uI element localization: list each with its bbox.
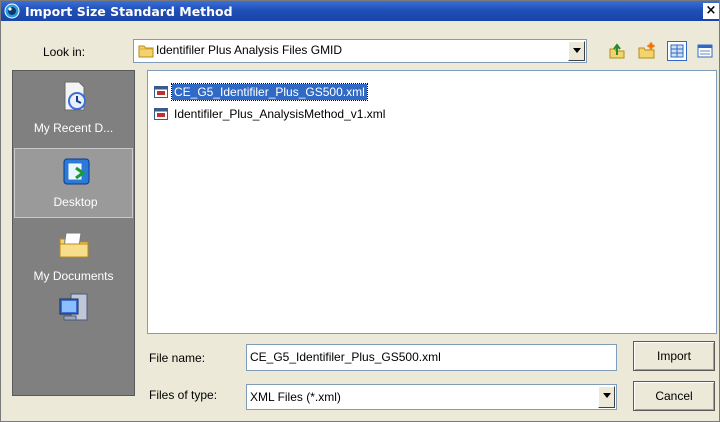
place-my-documents[interactable]: My Documents [13,221,134,291]
window-title: Import Size Standard Method [25,4,233,19]
file-list[interactable]: CE_G5_Identifiler_Plus_GS500.xml Identif… [147,70,717,334]
folder-icon [138,45,154,58]
app-icon [4,3,20,19]
look-in-dropdown[interactable]: Identifiler Plus Analysis Files GMID [133,39,587,63]
file-type-label: Files of type: [149,388,218,402]
place-label: Desktop [53,195,98,209]
place-desktop[interactable]: Desktop [14,148,133,218]
new-folder-icon[interactable] [637,41,657,61]
details-view-icon[interactable] [695,41,715,61]
places-bar: My Recent D... Desktop My Documents [12,70,135,396]
file-type-value: XML Files (*.xml) [250,390,341,404]
title-bar[interactable]: Import Size Standard Method × [1,1,719,21]
import-button[interactable]: Import [633,341,715,371]
xml-file-icon [154,108,168,120]
look-in-value: Identifiler Plus Analysis Files GMID [156,43,343,57]
file-name-label: File name: [149,351,206,365]
list-view-icon[interactable] [667,41,687,61]
xml-file-icon [154,86,168,98]
my-documents-icon [59,232,89,258]
look-in-label: Look in: [43,45,86,59]
place-label: My Recent D... [33,121,114,135]
my-computer-icon [59,293,88,321]
file-name-value: CE_G5_Identifiler_Plus_GS500.xml [250,350,441,364]
recent-documents-icon [64,81,86,111]
chevron-down-icon[interactable] [598,386,615,408]
place-label: My Documents [33,269,114,283]
import-size-standard-dialog: Import Size Standard Method × Look in: I… [0,0,720,422]
chevron-down-icon[interactable] [568,41,585,61]
file-name: Identifiler_Plus_AnalysisMethod_v1.xml [174,107,386,121]
place-my-computer[interactable] [13,285,134,355]
close-icon[interactable]: × [703,3,719,19]
up-folder-icon[interactable] [607,41,627,61]
cancel-button[interactable]: Cancel [633,381,715,411]
file-type-dropdown[interactable]: XML Files (*.xml) [246,384,617,410]
file-name: CE_G5_Identifiler_Plus_GS500.xml [171,83,368,101]
desktop-icon [63,158,90,185]
place-my-recent-documents[interactable]: My Recent D... [13,73,134,143]
file-name-input[interactable]: CE_G5_Identifiler_Plus_GS500.xml [246,344,617,371]
